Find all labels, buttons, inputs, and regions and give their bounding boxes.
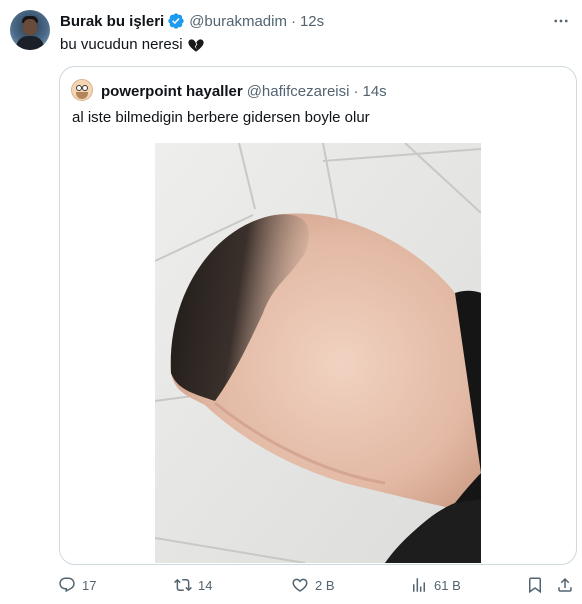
like-button[interactable]: 2 B	[291, 574, 335, 596]
avatar-eye	[82, 85, 88, 91]
tweet-text: bu vucudun neresi	[60, 35, 205, 55]
quoted-tweet-timestamp[interactable]: 14s	[362, 83, 386, 100]
quoted-author-handle[interactable]: @hafifcezareisi	[247, 83, 350, 100]
bookmark-button[interactable]	[526, 574, 544, 596]
share-icon	[558, 577, 572, 592]
retweet-icon	[174, 578, 192, 592]
views-button[interactable]: 61 B	[410, 574, 461, 596]
reply-icon	[59, 577, 75, 593]
share-button[interactable]	[556, 574, 574, 596]
quoted-tweet-card[interactable]: powerpoint hayaller @hafifcezareisi · 14…	[59, 66, 577, 565]
more-options-button[interactable]	[550, 10, 572, 32]
verified-badge-icon	[168, 13, 184, 29]
avatar-shirt	[16, 36, 44, 50]
heart-icon	[292, 578, 308, 592]
quoted-tweet-header: powerpoint hayaller @hafifcezareisi · 14…	[101, 81, 387, 101]
author-handle[interactable]: @burakmadim	[189, 13, 287, 30]
retweet-count: 14	[198, 577, 213, 593]
quoted-author-avatar[interactable]	[71, 79, 93, 101]
black-heart-emoji	[187, 39, 204, 52]
quoted-tweet-text: al iste bilmedigin berbere gidersen boyl…	[72, 109, 370, 126]
bookmark-icon	[529, 577, 541, 594]
views-count: 61 B	[434, 577, 461, 593]
avatar-face	[23, 19, 37, 35]
tweet-action-bar: 17 14 2 B 61 B	[58, 574, 574, 596]
views-chart-icon	[413, 578, 425, 592]
separator-dot: ·	[290, 12, 296, 30]
reply-button[interactable]: 17	[58, 574, 96, 596]
tweet-timestamp[interactable]: 12s	[300, 13, 324, 30]
retweet-button[interactable]: 14	[174, 574, 212, 596]
author-avatar[interactable]	[10, 10, 50, 50]
more-horizontal-icon	[554, 19, 568, 23]
separator-dot: ·	[353, 82, 359, 100]
avatar-chin	[76, 92, 88, 99]
quoted-tweet-photo[interactable]	[155, 143, 481, 563]
reply-count: 17	[82, 577, 97, 593]
author-display-name[interactable]: Burak bu işleri	[60, 13, 164, 30]
quoted-author-display-name[interactable]: powerpoint hayaller	[101, 83, 243, 100]
tweet-text-content: bu vucudun neresi	[60, 36, 183, 53]
tweet-header: Burak bu işleri @burakmadim · 12s	[60, 11, 324, 31]
like-count: 2 B	[315, 577, 335, 593]
